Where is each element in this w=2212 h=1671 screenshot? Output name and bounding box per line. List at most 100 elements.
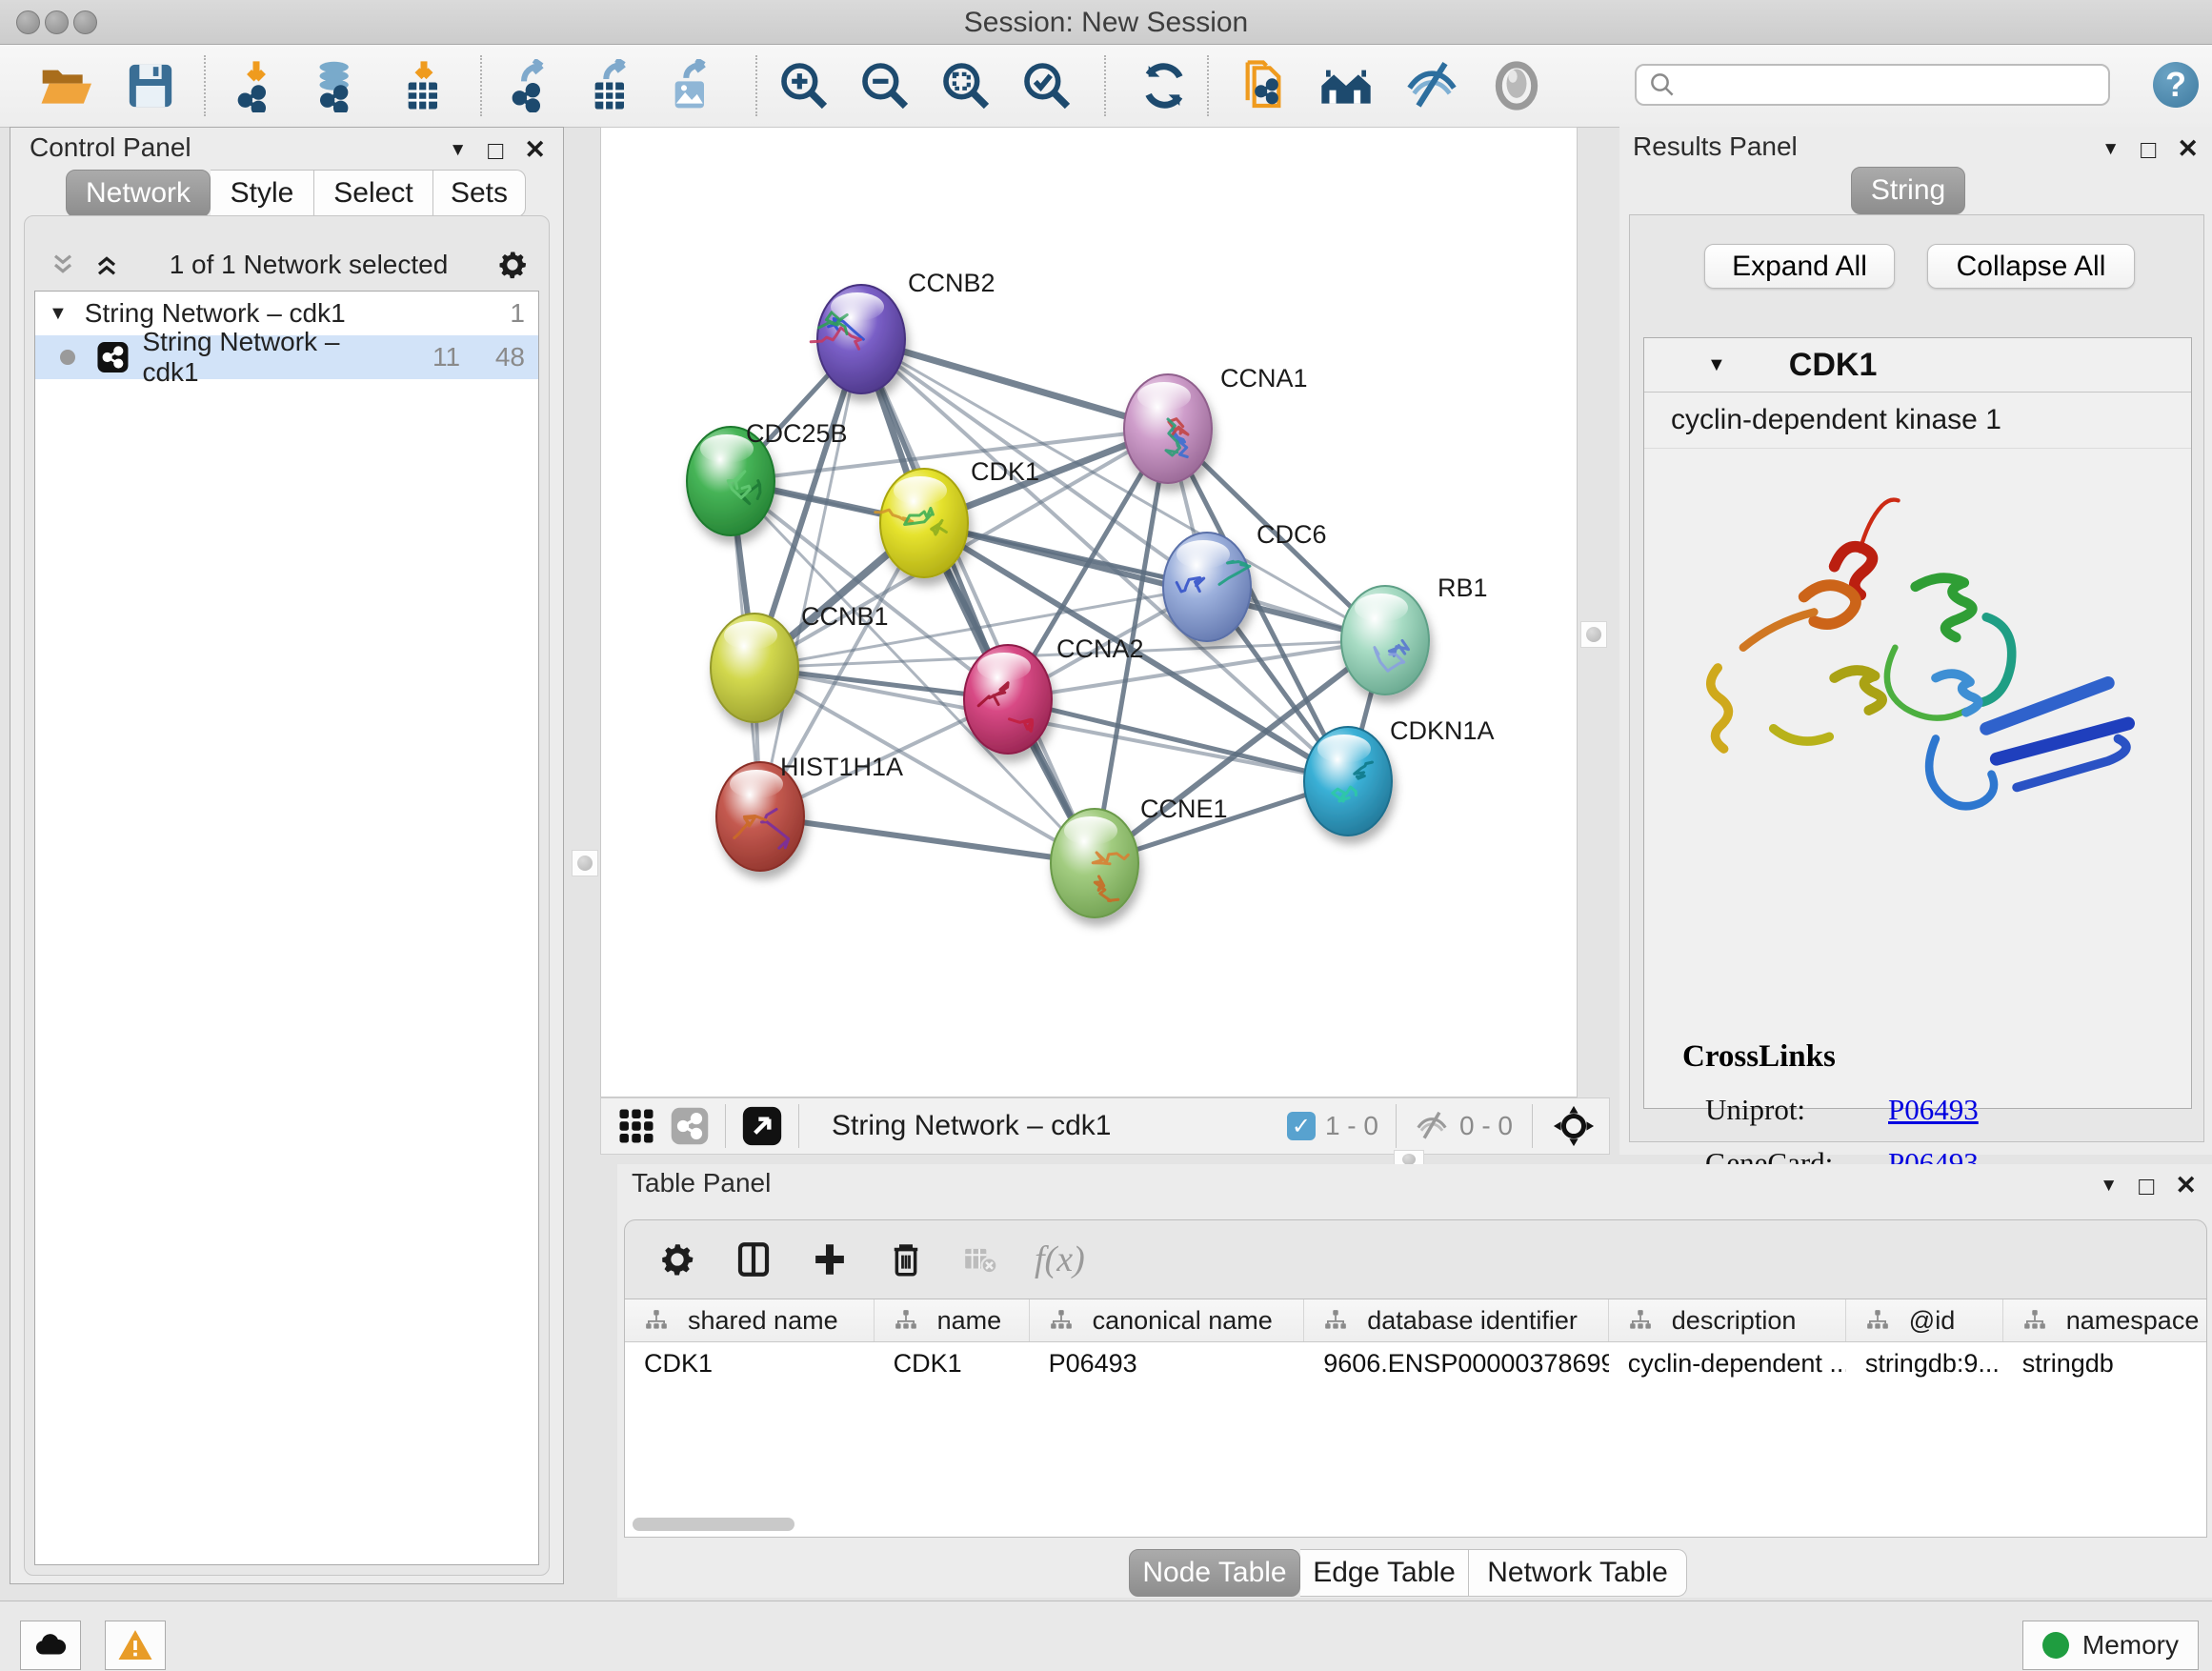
tab-string[interactable]: String: [1851, 167, 1965, 214]
zoom-in-icon[interactable]: [777, 59, 831, 112]
table-row[interactable]: CDK1 CDK1 P06493 9606.ENSP00000378699 cy…: [625, 1342, 2206, 1384]
close-panel-icon[interactable]: ✕: [524, 135, 546, 165]
string-home-icon[interactable]: [1319, 59, 1373, 112]
column-header[interactable]: name: [875, 1299, 1030, 1341]
detach-view-icon[interactable]: [741, 1105, 783, 1147]
import-database-icon[interactable]: [310, 59, 363, 112]
share-document-icon[interactable]: [1237, 59, 1290, 112]
node-label-CCNA1: CCNA1: [1220, 364, 1308, 393]
column-header[interactable]: shared name: [625, 1299, 875, 1341]
save-session-icon[interactable]: [124, 59, 177, 112]
import-table-icon[interactable]: [397, 59, 451, 112]
grid-view-icon[interactable]: [616, 1106, 656, 1146]
gene-section-header[interactable]: ▼ CDK1: [1644, 338, 2191, 393]
column-header[interactable]: namespace: [2003, 1299, 2206, 1341]
node-CDKN1A: [1304, 727, 1392, 836]
collapse-all-icon[interactable]: [48, 250, 78, 280]
node-CCNB1: [711, 614, 798, 722]
tab-style[interactable]: Style: [211, 170, 314, 217]
float-panel-icon[interactable]: □: [488, 141, 503, 160]
warnings-button[interactable]: [105, 1621, 166, 1670]
panel-menu-icon[interactable]: ▼: [449, 140, 467, 161]
node-CCNA1: [1124, 374, 1212, 483]
disclosure-triangle-icon[interactable]: ▼: [1707, 354, 1726, 376]
export-network-icon[interactable]: [504, 59, 557, 112]
delete-column-trash-icon[interactable]: [886, 1239, 926, 1279]
table-panel-tabs: Node Table Edge Table Network Table: [1129, 1549, 1687, 1597]
export-image-icon[interactable]: [664, 59, 717, 112]
control-panel-tabs: Network Style Select Sets: [66, 170, 526, 217]
collapse-all-button[interactable]: Collapse All: [1927, 244, 2135, 289]
panel-menu-icon[interactable]: ▼: [2100, 1176, 2118, 1197]
status-bar: Memory: [0, 1601, 2212, 1671]
expand-all-icon[interactable]: [91, 250, 122, 280]
crosslink-row: Uniprot: P06493: [1705, 1093, 2201, 1127]
network-tab-content: 1 of 1 Network selected ▼ String Network…: [24, 215, 550, 1576]
view-dot-icon: [60, 350, 75, 365]
table-settings-gear-icon[interactable]: [657, 1239, 697, 1279]
node-count: 11: [395, 342, 460, 372]
birdseye-crosshair-icon[interactable]: [1552, 1104, 1596, 1148]
open-session-icon[interactable]: [38, 59, 91, 112]
horizontal-scrollbar-thumb[interactable]: [633, 1518, 794, 1531]
search-input[interactable]: [1686, 70, 2108, 101]
zoom-fit-icon[interactable]: [939, 59, 993, 112]
column-header[interactable]: canonical name: [1030, 1299, 1305, 1341]
refresh-layout-icon[interactable]: [1137, 59, 1191, 112]
gene-card: ▼ CDK1 cyclin-dependent kinase 1: [1643, 337, 2192, 1109]
column-header[interactable]: database identifier: [1304, 1299, 1609, 1341]
cloud-icon: [32, 1627, 69, 1663]
node-label-CDK1: CDK1: [971, 457, 1039, 486]
zoom-selected-icon[interactable]: [1020, 59, 1074, 112]
tab-select[interactable]: Select: [314, 170, 433, 217]
gear-icon[interactable]: [495, 248, 530, 282]
warning-icon: [116, 1626, 154, 1664]
memory-button[interactable]: Memory: [2022, 1621, 2199, 1670]
show-columns-icon[interactable]: [734, 1239, 774, 1279]
float-panel-icon[interactable]: □: [2139, 1177, 2154, 1196]
crosslinks-heading: CrossLinks: [1682, 1039, 1836, 1075]
node-RB1: [1341, 586, 1429, 695]
network-canvas[interactable]: CCNB2CCNA1CDC25BCDK1CDC6RB1CCNB1CCNA2CDK…: [600, 127, 1578, 1097]
column-header[interactable]: description: [1609, 1299, 1846, 1341]
disclosure-triangle-icon[interactable]: ▼: [49, 303, 68, 325]
column-header[interactable]: @id: [1846, 1299, 2003, 1341]
search-field[interactable]: [1635, 64, 2110, 106]
selected-node-edge-counts: 1 - 0: [1325, 1111, 1378, 1141]
string-results-content: Expand All Collapse All ▼ CDK1 cyclin-de…: [1629, 214, 2204, 1142]
network-list-view-icon[interactable]: [670, 1106, 710, 1146]
help-icon[interactable]: ?: [2153, 62, 2199, 108]
node-table-container: f(x) shared name name canonical name: [624, 1219, 2207, 1538]
node-CDC6: [1163, 533, 1251, 641]
column-type-icon: [644, 1308, 669, 1333]
close-panel-icon[interactable]: ✕: [2175, 1171, 2197, 1200]
tab-sets[interactable]: Sets: [433, 170, 526, 217]
float-panel-icon[interactable]: □: [2141, 140, 2156, 159]
tab-edge-table[interactable]: Edge Table: [1300, 1549, 1469, 1597]
table-toolbar: f(x): [625, 1220, 2206, 1299]
node-label-CCNB2: CCNB2: [908, 269, 995, 297]
export-table-icon[interactable]: [584, 59, 637, 112]
panel-menu-icon[interactable]: ▼: [2101, 139, 2120, 160]
column-type-icon: [1865, 1308, 1890, 1333]
selected-checkbox-icon[interactable]: ✓: [1287, 1112, 1316, 1140]
expand-all-button[interactable]: Expand All: [1704, 244, 1895, 289]
sphere-eye-icon[interactable]: [1490, 59, 1543, 112]
tab-network-table[interactable]: Network Table: [1469, 1549, 1687, 1597]
zoom-out-icon[interactable]: [858, 59, 912, 112]
memory-label: Memory: [2082, 1630, 2179, 1661]
import-network-icon[interactable]: [230, 59, 283, 112]
hide-eye-icon[interactable]: [1405, 59, 1458, 112]
close-panel-icon[interactable]: ✕: [2177, 134, 2199, 164]
edge-HIST1H1A-CCNE1: [760, 816, 1095, 863]
cloud-button[interactable]: [20, 1621, 81, 1670]
tab-node-table[interactable]: Node Table: [1129, 1549, 1300, 1597]
tab-network[interactable]: Network: [66, 170, 211, 217]
right-splitter-handle[interactable]: [1580, 621, 1607, 648]
add-column-icon[interactable]: [810, 1239, 850, 1279]
network-row-selected[interactable]: String Network – cdk1 11 48: [35, 335, 538, 379]
hidden-eye-icon: [1414, 1108, 1450, 1144]
uniprot-link[interactable]: P06493: [1888, 1093, 1979, 1127]
table-header-row: shared name name canonical name database…: [625, 1299, 2206, 1342]
left-splitter-handle[interactable]: [572, 850, 598, 876]
